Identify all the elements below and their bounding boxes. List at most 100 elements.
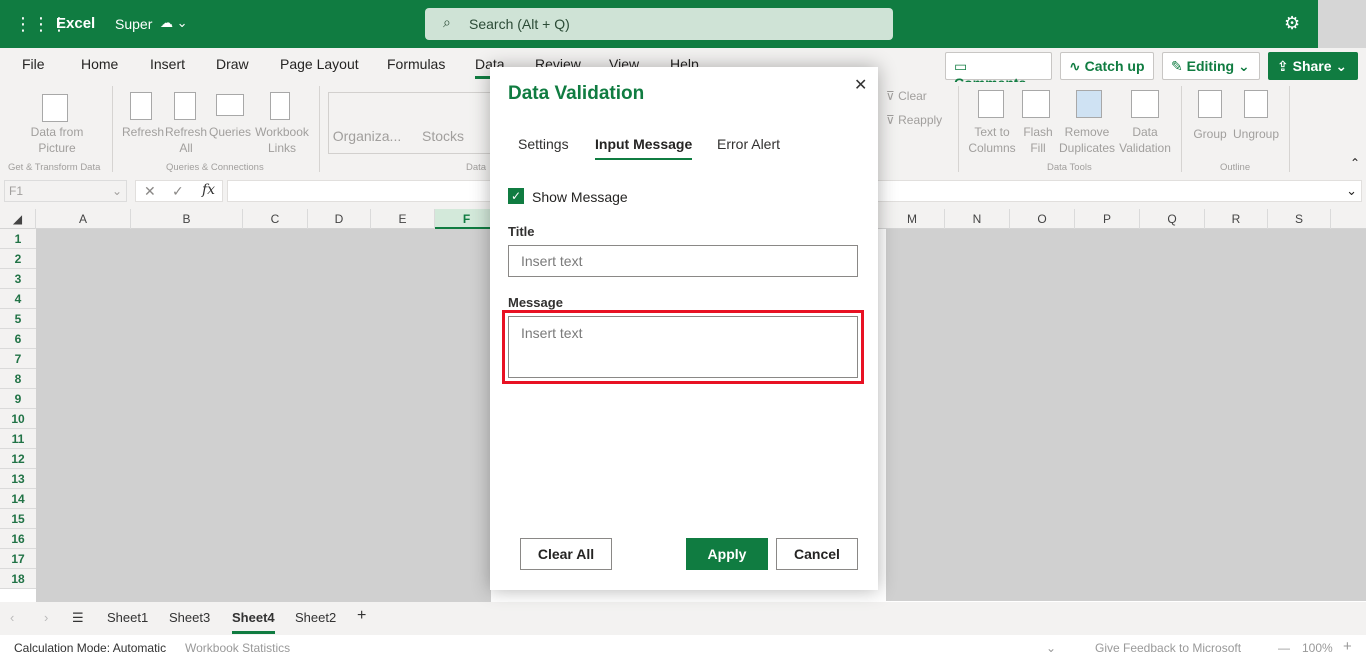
chevron-down-icon[interactable]: ⌄ [1046,641,1056,655]
tab-page-layout[interactable]: Page Layout [280,56,359,72]
function-icon[interactable]: fx [202,182,215,198]
account-area[interactable] [1318,0,1366,48]
group-icon [1198,90,1222,118]
row-header[interactable]: 7 [0,349,36,369]
share-button[interactable]: ⇪ Share ⌄ [1268,52,1358,80]
column-header[interactable]: S [1268,209,1331,229]
reapply-filter-icon: ⊽ [886,113,899,127]
row-header[interactable]: 3 [0,269,36,289]
row-header[interactable]: 15 [0,509,36,529]
message-textarea[interactable]: Insert text [508,316,858,378]
reapply-filter-button[interactable]: ⊽ Reapply [886,112,942,128]
row-header[interactable]: 16 [0,529,36,549]
row-header[interactable]: 11 [0,429,36,449]
name-box[interactable]: F1 ⌄ [4,180,127,202]
row-header[interactable]: 5 [0,309,36,329]
tab-insert[interactable]: Insert [150,56,185,72]
tab-formulas[interactable]: Formulas [387,56,445,72]
refresh-all-button[interactable]: Refresh All [165,124,207,156]
row-header[interactable]: 2 [0,249,36,269]
column-header[interactable]: A [36,209,131,229]
data-validation-button[interactable]: Data Validation [1116,124,1174,156]
row-header[interactable]: 14 [0,489,36,509]
app-name[interactable]: Excel [56,15,95,32]
divider [112,86,113,172]
zoom-level[interactable]: 100% [1302,641,1333,655]
refresh-button[interactable]: Refresh [122,124,164,140]
tab-error-alert[interactable]: Error Alert [717,136,780,152]
column-header[interactable]: E [371,209,435,229]
group-label: Queries & Connections [166,162,264,173]
search-icon: ⌕ [443,14,451,30]
row-header[interactable]: 6 [0,329,36,349]
check-icon[interactable]: ✓ [172,183,184,200]
row-header[interactable]: 10 [0,409,36,429]
stocks-data-type[interactable]: Stocks [418,128,468,144]
group-button[interactable]: Group [1190,126,1230,142]
cancel-button[interactable]: Cancel [776,538,858,570]
gear-icon[interactable]: ⚙ [1284,13,1300,34]
title-input[interactable]: Insert text [508,245,858,277]
collapse-ribbon-icon[interactable]: ⌃ [1350,156,1360,170]
organization-data-type[interactable]: Organiza... [332,128,402,144]
column-header[interactable]: C [243,209,308,229]
clear-filter-button[interactable]: ⊽ Clear [886,88,927,104]
column-header[interactable]: M [880,209,945,229]
select-all-corner[interactable]: ◢ [0,209,36,229]
row-header[interactable]: 12 [0,449,36,469]
row-header[interactable]: 4 [0,289,36,309]
calculation-mode[interactable]: Calculation Mode: Automatic [14,641,166,655]
zoom-out-icon[interactable]: — [1278,641,1290,655]
next-sheet-icon[interactable]: › [44,610,48,625]
queries-button[interactable]: Queries [208,124,252,140]
column-header[interactable]: Q [1140,209,1205,229]
row-header[interactable]: 13 [0,469,36,489]
sheet-tab[interactable]: Sheet2 [295,610,336,625]
column-header[interactable]: P [1075,209,1140,229]
workbook-statistics[interactable]: Workbook Statistics [185,641,290,655]
cancel-icon[interactable]: ✕ [144,183,156,200]
tab-home[interactable]: Home [81,56,118,72]
ungroup-button[interactable]: Ungroup [1230,126,1282,142]
sheet-tab[interactable]: Sheet3 [169,610,210,625]
sheet-tab[interactable]: Sheet1 [107,610,148,625]
expand-formula-icon[interactable]: ⌄ [1346,183,1357,199]
tab-draw[interactable]: Draw [216,56,249,72]
chevron-down-icon[interactable]: ☁ ⌄ [160,15,188,31]
column-header[interactable]: B [131,209,243,229]
show-message-checkbox[interactable]: ✓ [508,188,524,204]
all-sheets-icon[interactable]: ☰ [72,610,84,626]
data-from-picture-button[interactable]: Data from Picture [22,124,92,156]
search-input[interactable]: ⌕ Search (Alt + Q) [425,8,893,40]
add-sheet-icon[interactable]: + [357,607,366,625]
column-header[interactable]: R [1205,209,1268,229]
close-icon[interactable]: ✕ [854,75,867,95]
text-to-columns-button[interactable]: Text to Columns [964,124,1020,156]
row-header[interactable]: 9 [0,389,36,409]
row-header[interactable]: 18 [0,569,36,589]
flash-fill-button[interactable]: Flash Fill [1018,124,1058,156]
column-header[interactable]: N [945,209,1010,229]
remove-duplicates-button[interactable]: Remove Duplicates [1058,124,1116,156]
tab-settings[interactable]: Settings [518,136,569,152]
document-name[interactable]: Super [115,16,152,32]
row-header[interactable]: 8 [0,369,36,389]
clear-all-button[interactable]: Clear All [520,538,612,570]
column-header[interactable]: D [308,209,371,229]
comments-button[interactable]: ▭ Comments [945,52,1052,91]
sheet-tab-active[interactable]: Sheet4 [232,610,275,634]
row-header[interactable]: 1 [0,229,36,249]
workbook-links-button[interactable]: Workbook Links [252,124,312,156]
tab-input-message[interactable]: Input Message [595,136,693,160]
ungroup-icon [1244,90,1268,118]
tab-file[interactable]: File [22,56,45,72]
editing-button[interactable]: ✎ Editing ⌄ [1162,52,1260,80]
clear-filter-icon: ⊽ [886,89,899,103]
column-header[interactable]: O [1010,209,1075,229]
row-header[interactable]: 17 [0,549,36,569]
zoom-in-icon[interactable]: + [1343,638,1352,655]
catch-up-button[interactable]: ∿ Catch up [1060,52,1154,80]
feedback-link[interactable]: Give Feedback to Microsoft [1095,641,1241,655]
previous-sheet-icon[interactable]: ‹ [10,610,14,625]
apply-button[interactable]: Apply [686,538,768,570]
